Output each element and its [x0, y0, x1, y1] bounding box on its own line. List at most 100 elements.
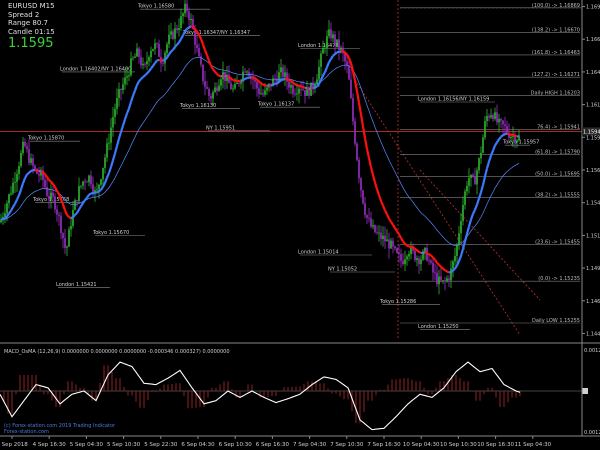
candle-body	[112, 117, 114, 128]
candle-body	[410, 247, 412, 255]
fast-ema-segment	[428, 253, 432, 257]
candle-body	[152, 49, 154, 51]
candle-body	[334, 34, 336, 45]
macd-title: MACD_OsMA (12,26,9) 0.0000000 0.0000000 …	[4, 349, 230, 355]
candle-body	[266, 87, 268, 91]
candle-body	[8, 194, 10, 204]
fast-ema-segment	[426, 252, 430, 256]
fast-ema-segment	[48, 179, 52, 183]
fast-ema-segment	[430, 254, 434, 259]
fast-ema-segment	[240, 79, 244, 83]
fast-ema-segment	[288, 79, 292, 82]
candle-body	[444, 280, 446, 282]
candle-body	[340, 47, 342, 50]
candle-body	[174, 28, 176, 39]
candle-body	[462, 204, 464, 222]
x-tick-label: 5 Sep 22:30	[144, 442, 178, 448]
candle-body	[326, 36, 328, 48]
candle-body	[458, 233, 460, 245]
y-tick-label: 1.14900	[586, 266, 600, 272]
candle-body	[136, 48, 138, 57]
y-tick-label: 1.15150	[586, 233, 600, 239]
candle-body	[434, 272, 436, 274]
candle-body	[68, 229, 70, 247]
x-tick-label: 6 Sep 10:30	[219, 442, 253, 448]
session-level-label: NY 1.15951	[206, 125, 235, 131]
candle-body	[420, 259, 422, 265]
fast-ema-segment	[448, 270, 452, 274]
candle-body	[74, 200, 76, 210]
y-tick-label: 1.16900	[586, 5, 600, 11]
candle-body	[52, 192, 54, 197]
candle-body	[128, 75, 130, 77]
fast-ema-segment	[30, 169, 34, 172]
fast-ema-segment	[232, 78, 236, 82]
candle-body	[56, 209, 58, 215]
candle-body	[284, 72, 286, 77]
fib-level-label: Daily HIGH 1.16203	[531, 90, 580, 96]
y-tick-label: 1.15650	[586, 168, 600, 174]
candle-body	[110, 127, 112, 143]
candle-body	[456, 244, 458, 257]
fast-ema-segment	[228, 76, 232, 80]
candle-body	[218, 85, 220, 91]
fast-ema-segment	[308, 87, 312, 91]
candle-body	[404, 259, 406, 265]
fast-ema-segment	[500, 134, 504, 138]
candle-body	[190, 18, 192, 21]
chart-canvas: (100.0) -> 1.16869 (138.2) -> 1.16670 (161…	[0, 0, 600, 450]
candle-body	[186, 3, 188, 12]
candle-body	[248, 71, 250, 76]
candle-body	[288, 81, 290, 88]
candle-body	[432, 262, 434, 273]
candle-body	[454, 256, 456, 262]
candle-body	[184, 3, 186, 14]
candle-body	[356, 143, 358, 160]
fast-ema-segment	[212, 68, 216, 73]
fast-ema-segment	[252, 76, 256, 80]
session-level-label: Tokyo 1.16347/NY 1.16347	[182, 30, 250, 36]
candle-body	[370, 218, 372, 227]
candle-body	[428, 260, 430, 262]
fast-ema-segment	[442, 267, 446, 272]
fast-ema-segment	[286, 78, 290, 82]
candle-body	[202, 64, 204, 82]
candle-body	[132, 57, 134, 59]
candle-body	[204, 81, 206, 87]
candle-body	[498, 118, 500, 123]
fast-ema-segment	[432, 256, 436, 261]
x-tick-label: 4 Sep 16:30	[33, 442, 67, 448]
fast-ema-segment	[402, 240, 406, 245]
candle-body	[96, 189, 98, 191]
candle-body	[300, 88, 302, 90]
fast-ema-segment	[332, 53, 336, 57]
fast-ema-segment	[452, 267, 456, 272]
candle-body	[390, 240, 392, 249]
candle-body	[122, 84, 124, 91]
fast-ema-segment	[72, 214, 76, 218]
fast-ema-segment	[282, 77, 286, 81]
fast-ema-segment	[424, 251, 428, 255]
range-readout: Range 80.7	[8, 19, 48, 27]
candle-body	[18, 166, 20, 175]
candle-body	[32, 158, 34, 166]
fast-ema-segment	[194, 28, 198, 33]
fast-ema-segment	[142, 74, 146, 78]
candle-body	[394, 246, 396, 249]
candle-body	[460, 221, 462, 234]
candle-body	[16, 174, 18, 182]
candle-body	[502, 120, 504, 125]
candle-body	[464, 191, 466, 205]
candle-body	[510, 136, 512, 139]
candle-body	[398, 252, 400, 255]
candle-body	[468, 177, 470, 186]
fast-ema-segment	[514, 134, 518, 138]
candle-body	[80, 185, 82, 187]
fast-ema-segment	[216, 73, 220, 77]
candle-body	[100, 179, 102, 185]
candle-body	[50, 192, 52, 200]
fast-ema-segment	[176, 41, 180, 46]
candle-body	[360, 178, 362, 191]
candle-body	[6, 203, 8, 214]
fast-ema-segment	[446, 270, 450, 274]
